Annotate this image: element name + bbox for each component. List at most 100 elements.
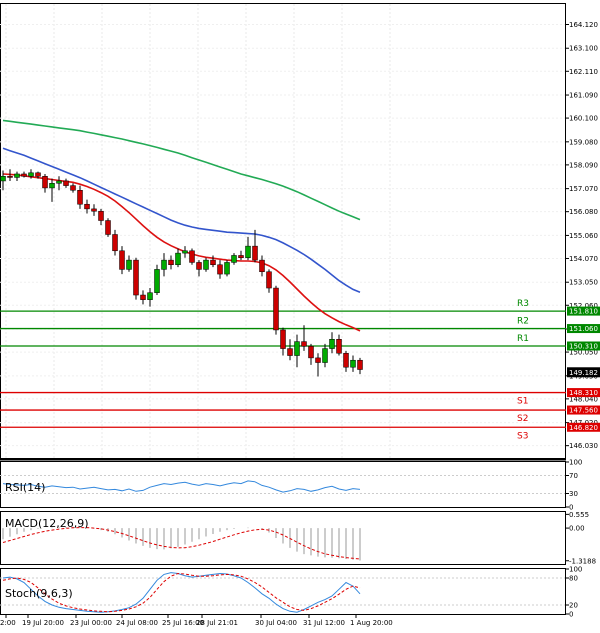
candle-body xyxy=(126,259,132,270)
candle-body xyxy=(28,172,34,177)
resistance-value-text: 151.060 xyxy=(569,325,598,333)
price-tick-label: 159.080 xyxy=(569,138,598,146)
time-tick-label: 23 Jul 00:00 xyxy=(70,619,112,627)
support-value-text: 147.560 xyxy=(569,407,598,415)
time-tick-label: 28 Jul 21:01 xyxy=(196,619,238,627)
time-tick-label: 24 Jul 08:00 xyxy=(116,619,158,627)
candle-body xyxy=(168,259,174,266)
candle-body xyxy=(91,208,97,212)
candle-body xyxy=(49,183,55,189)
candle-body xyxy=(280,329,286,349)
support-level-label: S1 xyxy=(517,397,528,407)
ma-mid-line xyxy=(2,147,361,293)
resistance-level-label: R2 xyxy=(517,317,529,327)
candle-body xyxy=(308,345,314,359)
candle-body xyxy=(175,252,181,266)
candle-body xyxy=(357,359,363,370)
candle-body xyxy=(133,259,139,296)
rsi-panel-frame xyxy=(0,461,566,508)
candle-body xyxy=(315,357,321,363)
macd-tick-label: -1.3188 xyxy=(569,557,596,565)
rsi-tick-label: 30 xyxy=(569,490,578,498)
price-tick-label: 146.030 xyxy=(569,442,598,450)
time-tick-label: 2:00 xyxy=(0,619,16,627)
support-value-text: 146.820 xyxy=(569,424,598,432)
candle-body xyxy=(42,176,48,189)
candle-body xyxy=(224,262,230,275)
candle-body xyxy=(322,348,328,363)
candle-body xyxy=(245,245,251,259)
candle-body xyxy=(7,176,13,178)
rsi-tick-label: 70 xyxy=(569,472,578,480)
price-tick-label: 153.050 xyxy=(569,279,598,287)
macd-indicator: 0.555 0.00 -1.3188 xyxy=(2,511,596,565)
candle-body xyxy=(154,269,160,293)
time-axis: 2:00 19 Jul 20:00 23 Jul 00:00 24 Jul 08:00… xyxy=(0,615,393,627)
pivot-levels: R3 151.810 R2 151.060 R1 150.310 S1 148.310 S2 14… xyxy=(0,299,600,441)
candle-body xyxy=(336,339,342,354)
support-value-text: 148.310 xyxy=(569,389,598,397)
stoch-panel-frame xyxy=(0,568,566,615)
candle-body xyxy=(182,250,188,254)
price-tick-label: 158.090 xyxy=(569,161,598,169)
candle-body xyxy=(70,185,76,191)
ma-fast-line xyxy=(2,173,361,332)
candle-body xyxy=(0,176,6,182)
macd-tick-label: 0.00 xyxy=(569,525,585,533)
stoch-tick-label: 80 xyxy=(569,575,578,583)
candle-body xyxy=(98,210,104,221)
support-level-label: S3 xyxy=(517,431,528,441)
candle-body xyxy=(273,287,279,331)
stoch-tick-label: 100 xyxy=(569,566,582,574)
candle-body xyxy=(21,173,27,177)
rsi-line xyxy=(2,480,361,493)
price-axis: 164.120 163.100 162.110 161.090 160.100 159.0… xyxy=(566,21,598,450)
candle-body xyxy=(266,271,272,289)
time-tick-label: 1 Aug 20:00 xyxy=(350,619,393,627)
candle-body xyxy=(259,259,265,272)
macd-signal-line xyxy=(2,527,361,560)
candle-body xyxy=(210,259,216,266)
resistance-level-label: R3 xyxy=(517,299,529,309)
candle-body xyxy=(140,294,146,300)
candle-body xyxy=(14,173,20,178)
candle-body xyxy=(63,180,69,186)
candle-body xyxy=(119,250,125,270)
candle-body xyxy=(350,359,356,368)
grid-lines xyxy=(0,4,565,458)
stoch-tick-label: 0 xyxy=(569,611,573,619)
candle-body xyxy=(294,341,300,356)
candle-body xyxy=(343,352,349,368)
candle-body xyxy=(196,262,202,270)
price-tick-label: 163.100 xyxy=(569,45,598,53)
moving-averages xyxy=(2,119,361,332)
candle-body xyxy=(105,220,111,235)
stoch-title: Stoch(9,6,3) xyxy=(5,587,73,600)
candle-body xyxy=(35,172,41,177)
candle-body xyxy=(189,250,195,263)
current-price-text: 149.182 xyxy=(569,369,598,377)
ma-slow-line xyxy=(2,119,361,221)
time-tick-label: 31 Jul 12:00 xyxy=(303,619,345,627)
rsi-indicator: 10070300 xyxy=(0,459,582,512)
macd-tick-label: 0.555 xyxy=(569,511,589,519)
price-tick-label: 155.060 xyxy=(569,232,598,240)
candle-body xyxy=(147,292,153,300)
candle-body xyxy=(112,234,118,252)
resistance-value-text: 150.310 xyxy=(569,343,598,351)
candle-body xyxy=(77,190,83,205)
time-tick-label: 30 Jul 04:00 xyxy=(255,619,297,627)
forex-chart: 164.120 163.100 162.110 161.090 160.100 159.0… xyxy=(0,3,600,627)
time-tick-label: 19 Jul 20:00 xyxy=(22,619,64,627)
stoch-indicator: 10080 200 xyxy=(0,566,582,619)
price-tick-label: 160.100 xyxy=(569,115,598,123)
candle-body xyxy=(84,203,90,210)
price-tick-label: 156.080 xyxy=(569,208,598,216)
support-level-label: S2 xyxy=(517,414,528,424)
price-tick-label: 161.090 xyxy=(569,92,598,100)
price-tick-label: 154.070 xyxy=(569,255,598,263)
candle-body xyxy=(203,259,209,270)
rsi-title: RSI(14) xyxy=(5,481,45,494)
candle-body xyxy=(287,348,293,356)
resistance-level-label: R1 xyxy=(517,334,529,344)
